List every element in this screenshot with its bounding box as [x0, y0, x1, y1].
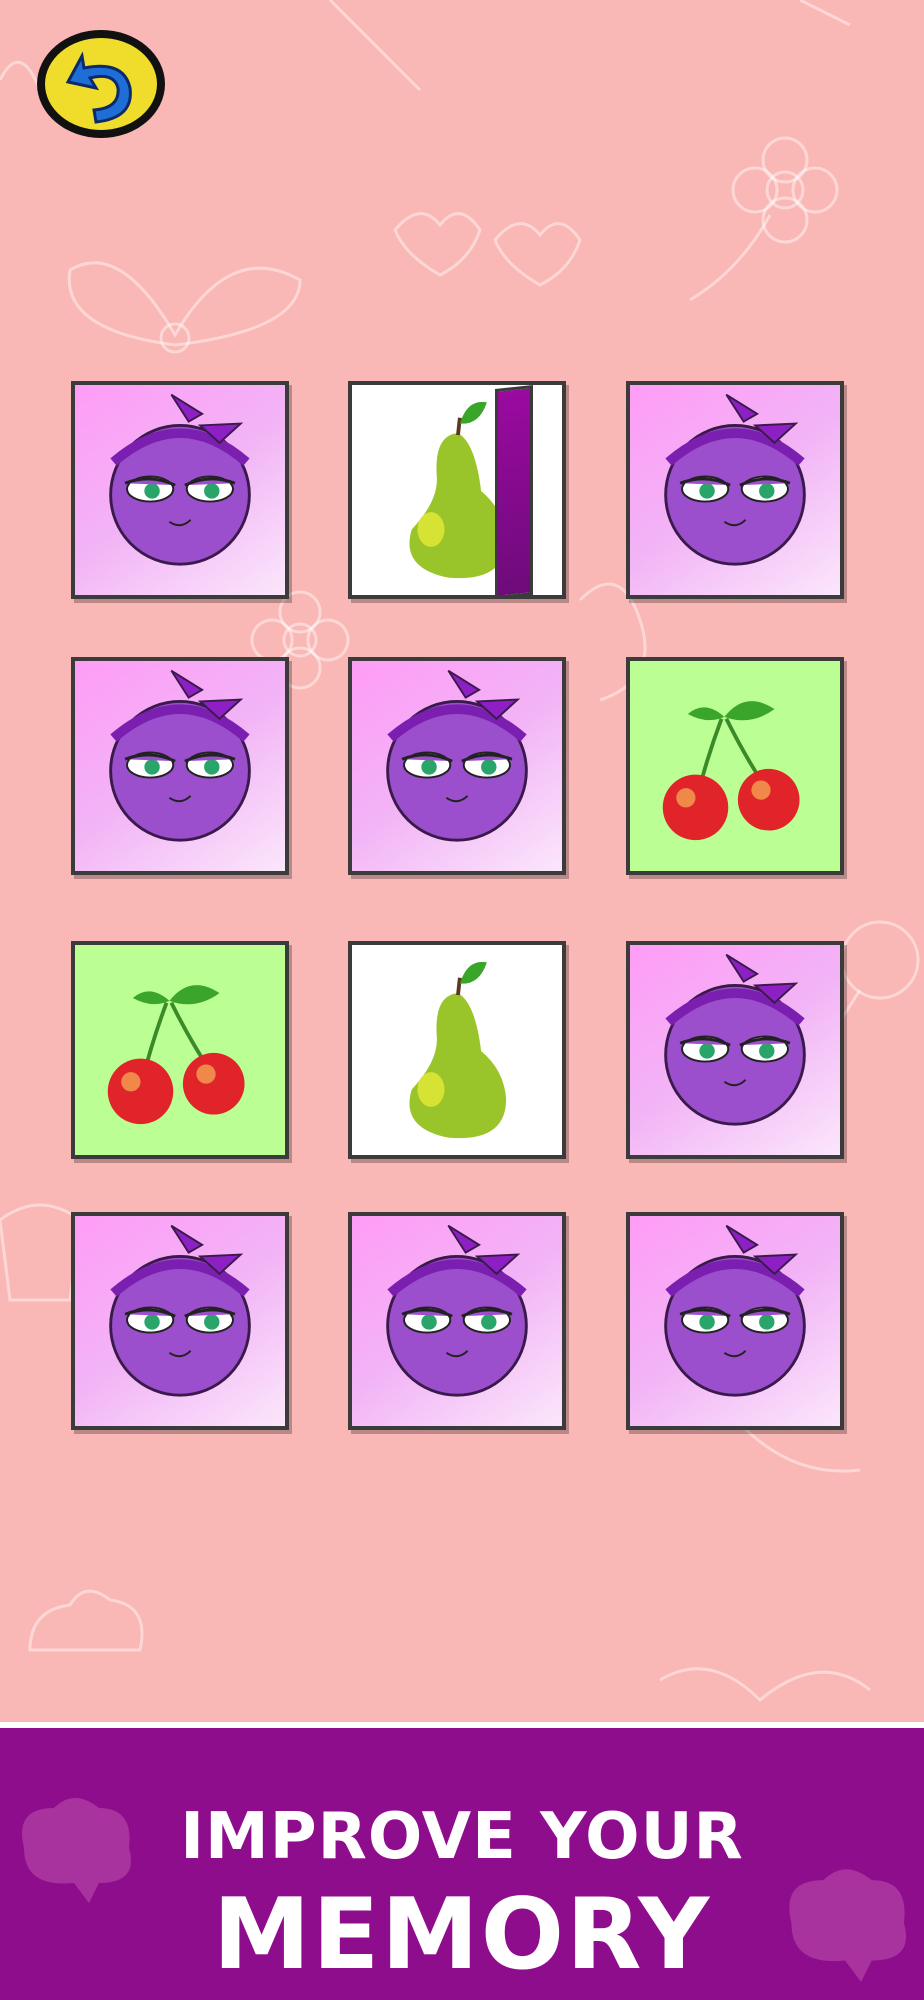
grape-face-icon	[630, 385, 840, 595]
pear-icon	[407, 959, 509, 1141]
grape-face-icon	[75, 385, 285, 595]
banner-title-line2: MEMORY	[212, 1878, 712, 1992]
memory-card-pear[interactable]	[348, 941, 566, 1159]
grape-face-icon	[352, 661, 562, 871]
undo-arrow-icon	[37, 30, 165, 138]
grape-face-icon	[352, 1216, 562, 1426]
memory-card-facedown[interactable]	[626, 381, 844, 599]
memory-card-facedown[interactable]	[348, 657, 566, 875]
card-flip-edge	[495, 385, 533, 599]
grape-face-icon	[75, 661, 285, 871]
grape-face-icon	[75, 1216, 285, 1426]
banner-title-line1: IMPROVE YOUR	[180, 1800, 744, 1874]
memory-card-cherry[interactable]	[626, 657, 844, 875]
memory-card-cherry[interactable]	[71, 941, 289, 1159]
cherry-icon	[105, 983, 247, 1127]
cherry-icon	[660, 699, 802, 843]
memory-card-facedown[interactable]	[626, 1212, 844, 1430]
promo-banner: IMPROVE YOUR MEMORY	[0, 1722, 924, 2000]
memory-card-facedown[interactable]	[626, 941, 844, 1159]
memory-card-pear[interactable]	[348, 381, 566, 599]
memory-card-facedown[interactable]	[71, 381, 289, 599]
memory-card-facedown[interactable]	[71, 657, 289, 875]
memory-card-facedown[interactable]	[71, 1212, 289, 1430]
memory-card-facedown[interactable]	[348, 1212, 566, 1430]
back-button[interactable]	[34, 26, 168, 142]
grape-face-icon	[630, 945, 840, 1155]
grape-face-icon	[630, 1216, 840, 1426]
